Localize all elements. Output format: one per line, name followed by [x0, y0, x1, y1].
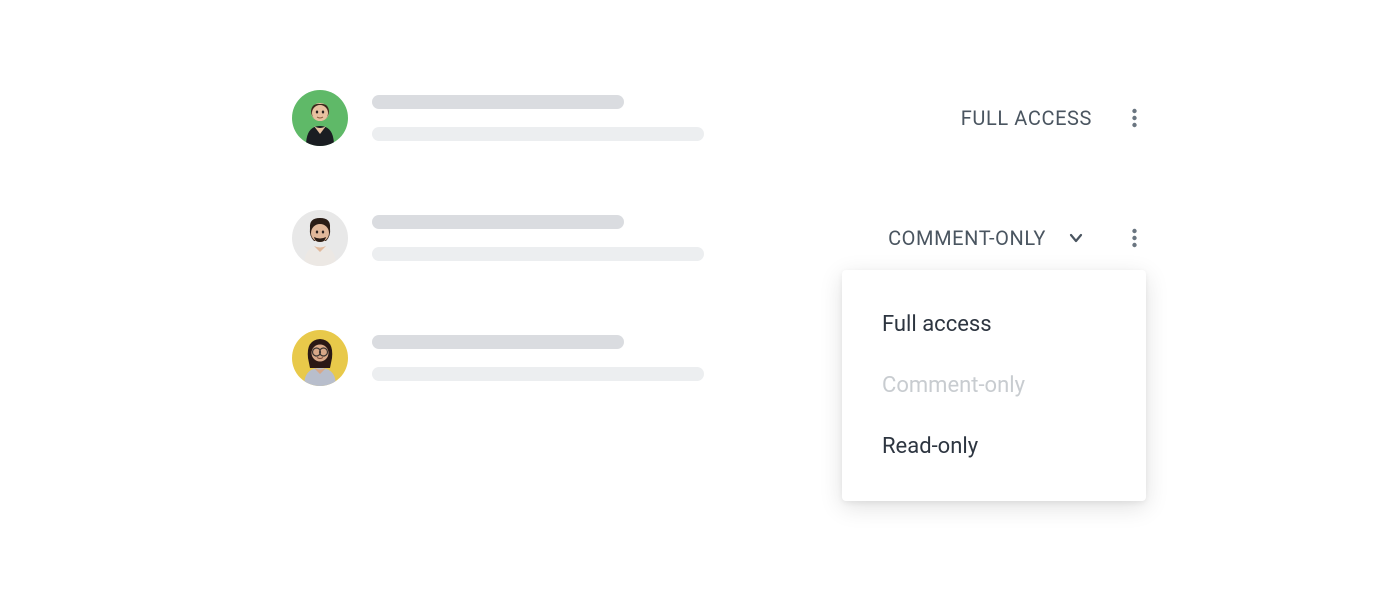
dropdown-option-full-access[interactable]: Full access — [842, 294, 1146, 355]
user-text-placeholder — [372, 335, 704, 381]
permission-dropdown-toggle[interactable]: COMMENT-ONLY — [888, 226, 1046, 250]
chevron-down-icon[interactable] — [1066, 228, 1086, 248]
avatar — [292, 90, 348, 146]
permission-dropdown-menu: Full access Comment-only Read-only — [842, 270, 1146, 501]
avatar — [292, 210, 348, 266]
placeholder-line — [372, 215, 624, 229]
user-row: FULL ACCESS — [292, 88, 1144, 148]
avatar — [292, 330, 348, 386]
more-vertical-icon[interactable] — [1124, 228, 1144, 248]
more-vertical-icon[interactable] — [1124, 108, 1144, 128]
dropdown-option-comment-only[interactable]: Comment-only — [842, 355, 1146, 416]
placeholder-line — [372, 335, 624, 349]
user-row: COMMENT-ONLY — [292, 208, 1144, 268]
user-text-placeholder — [372, 95, 704, 141]
placeholder-line — [372, 95, 624, 109]
user-text-placeholder — [372, 215, 704, 261]
placeholder-line — [372, 247, 704, 261]
placeholder-line — [372, 367, 704, 381]
placeholder-line — [372, 127, 704, 141]
permission-label[interactable]: FULL ACCESS — [961, 106, 1092, 130]
dropdown-option-read-only[interactable]: Read-only — [842, 416, 1146, 477]
